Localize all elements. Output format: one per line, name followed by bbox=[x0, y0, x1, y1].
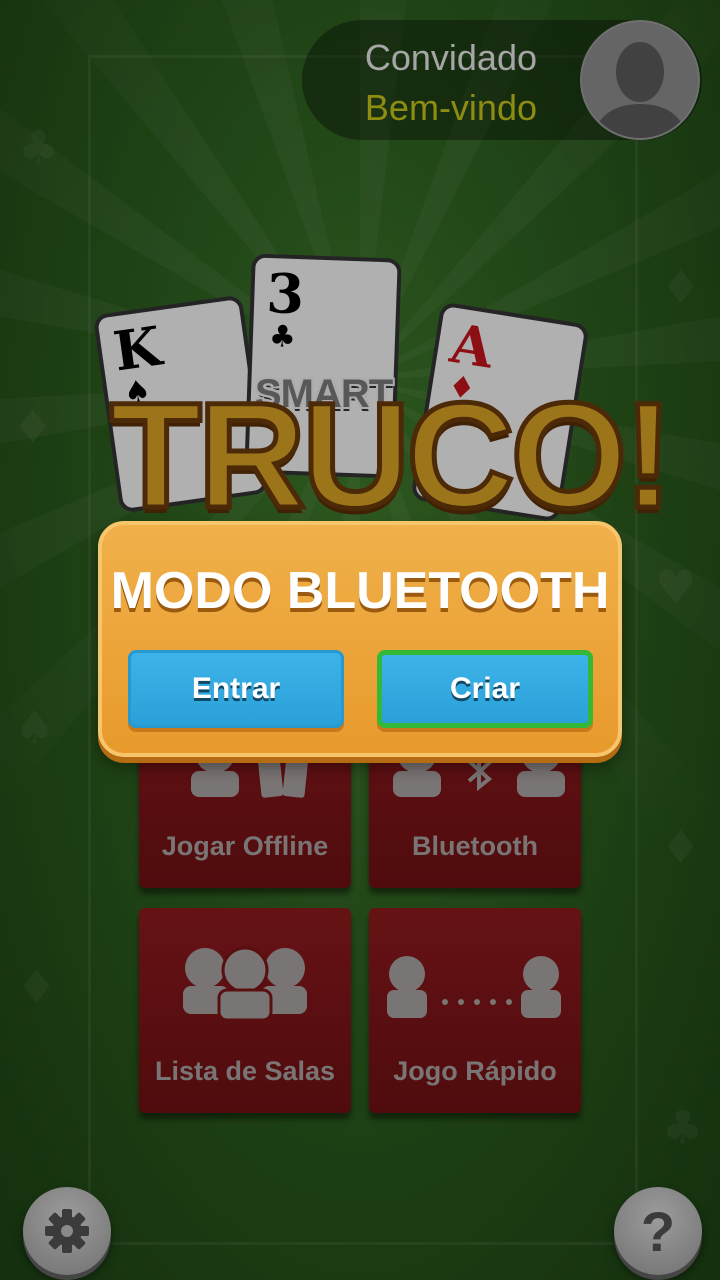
bluetooth-mode-dialog: MODO BLUETOOTH Entrar Criar bbox=[98, 521, 622, 757]
enter-button[interactable]: Entrar bbox=[128, 650, 344, 728]
help-button[interactable]: ? bbox=[614, 1187, 702, 1275]
dialog-title: MODO BLUETOOTH bbox=[110, 562, 610, 620]
help-icon: ? bbox=[640, 1200, 676, 1263]
settings-button[interactable] bbox=[23, 1187, 111, 1275]
create-button[interactable]: Criar bbox=[377, 650, 593, 728]
gear-icon bbox=[45, 1209, 89, 1253]
